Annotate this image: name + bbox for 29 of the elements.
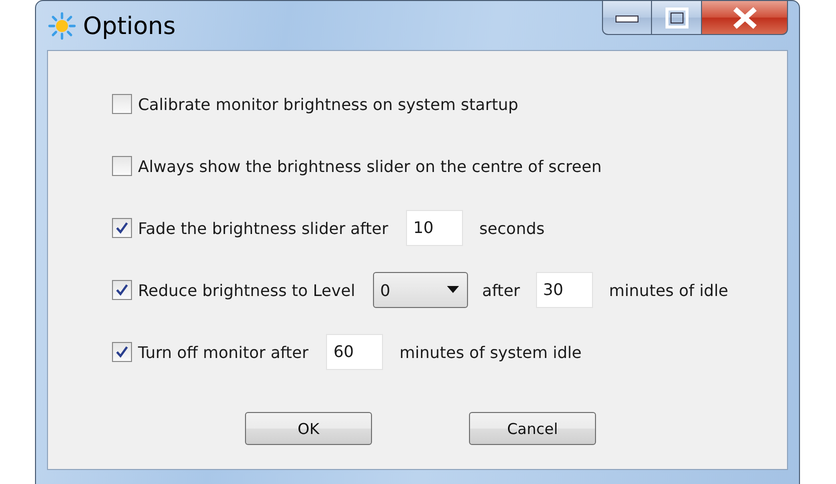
close-icon (730, 6, 758, 28)
option-text: after (482, 280, 520, 300)
checkbox[interactable] (112, 218, 132, 238)
minimize-button[interactable] (602, 1, 652, 35)
close-button[interactable] (702, 1, 788, 35)
maximize-button[interactable] (652, 1, 702, 35)
window-title: Options (83, 12, 176, 40)
number-field[interactable]: 10 (406, 210, 464, 246)
checkbox[interactable] (112, 156, 132, 176)
sun-icon (48, 12, 76, 40)
checkbox[interactable] (112, 94, 132, 114)
checkbox-label: Turn off monitor after (138, 342, 308, 362)
checkbox-label: Reduce brightness to Level (138, 280, 356, 300)
checkbox[interactable] (112, 342, 132, 362)
number-field[interactable]: 60 (326, 334, 384, 370)
dialog-button[interactable]: OK (245, 412, 372, 445)
checkbox-label: Always show the brightness slider on the centre of screen (138, 156, 602, 176)
minimize-icon (615, 12, 639, 22)
maximize-icon (664, 6, 688, 28)
dialog-button[interactable]: Cancel (469, 412, 596, 445)
checkbox-label: Fade the brightness slider after (138, 218, 388, 238)
checkbox-label: Calibrate monitor brightness on system startup (138, 94, 518, 114)
option-text: minutes of idle (609, 280, 728, 300)
level-dropdown[interactable]: 0 (373, 272, 468, 308)
number-field[interactable]: 30 (536, 272, 593, 308)
dropdown-arrow-icon (447, 286, 460, 294)
checkbox[interactable] (112, 280, 132, 300)
option-text: seconds (479, 218, 545, 238)
option-text: minutes of system idle (399, 342, 582, 362)
